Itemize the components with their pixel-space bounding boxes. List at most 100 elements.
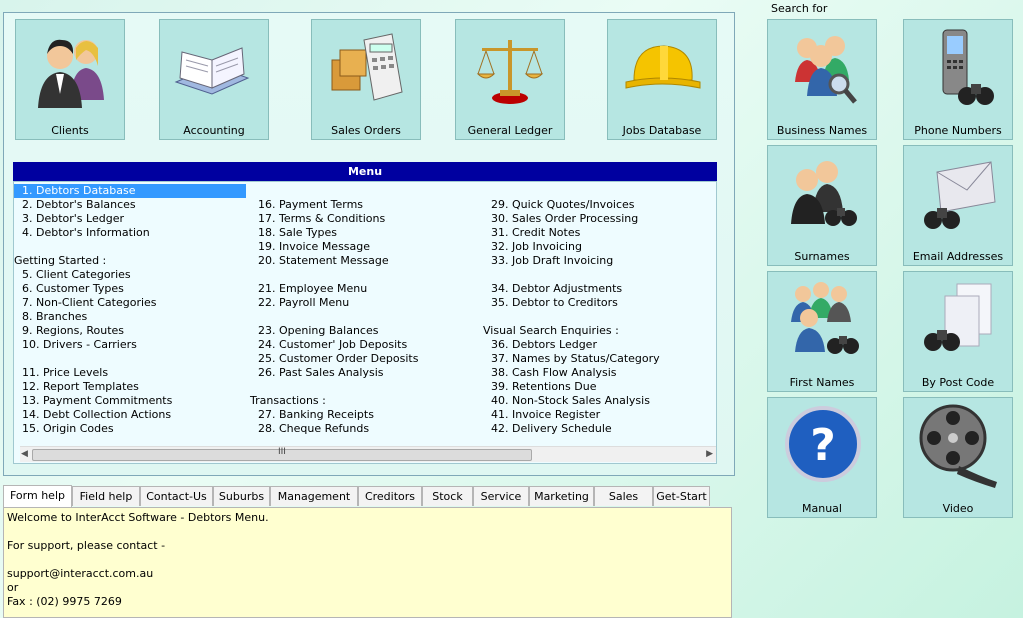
by-post-code-label: By Post Code	[921, 376, 995, 389]
scroll-right-icon[interactable]: ▶	[706, 449, 713, 459]
menu-item[interactable]: 11. Price Levels	[14, 366, 246, 380]
menu-item[interactable]: 5. Client Categories	[14, 268, 246, 282]
sales-orders-label: Sales Orders	[331, 124, 401, 137]
help-text-box[interactable]: Welcome to InterAcct Software - Debtors …	[3, 507, 732, 618]
menu-item[interactable]: 15. Origin Codes	[14, 422, 246, 436]
help-line: For support, please contact -	[7, 539, 166, 552]
jobs-database-tile[interactable]: Jobs Database	[607, 19, 717, 140]
menu-item[interactable]: 27. Banking Receipts	[250, 408, 418, 422]
menu-item[interactable]: 29. Quick Quotes/Invoices	[483, 198, 660, 212]
menu-item[interactable]: 14. Debt Collection Actions	[14, 408, 246, 422]
menu-item[interactable]: 12. Report Templates	[14, 380, 246, 394]
clients-tile[interactable]: Clients	[15, 19, 125, 140]
menu-column-1: 1. Debtors Database 2. Debtor's Balances 3…	[14, 184, 246, 436]
menu-item[interactable]: 18. Sale Types	[250, 226, 418, 240]
menu-header: Menu	[13, 162, 717, 181]
menu-item[interactable]: 9. Regions, Routes	[14, 324, 246, 338]
menu-item[interactable]: 34. Debtor Adjustments	[483, 282, 660, 296]
phone-numbers-label: Phone Numbers	[914, 124, 1002, 137]
menu-item[interactable]: 6. Customer Types	[14, 282, 246, 296]
film-reel-icon	[919, 404, 997, 488]
menu-item[interactable]: 7. Non-Client Categories	[14, 296, 246, 310]
menu-item[interactable]: 40. Non-Stock Sales Analysis	[483, 394, 660, 408]
menu-item[interactable]: 38. Cash Flow Analysis	[483, 366, 660, 380]
menu-list: 1. Debtors Database 2. Debtor's Balances 3…	[13, 181, 717, 464]
menu-item-selected[interactable]: 1. Debtors Database	[14, 184, 246, 198]
video-label: Video	[942, 502, 974, 515]
tab-field-help[interactable]: Field help	[72, 486, 140, 506]
menu-item[interactable]: 30. Sales Order Processing	[483, 212, 660, 226]
menu-spacer	[250, 380, 418, 394]
manual-tile[interactable]: ? Manual	[767, 397, 877, 518]
tab-marketing[interactable]: Marketing	[529, 486, 594, 506]
grip-icon: III	[278, 447, 286, 457]
tab-management[interactable]: Management	[270, 486, 358, 506]
menu-spacer	[14, 352, 246, 366]
menu-item[interactable]: 22. Payroll Menu	[250, 296, 418, 310]
menu-item[interactable]: 13. Payment Commitments	[14, 394, 246, 408]
tab-suburbs[interactable]: Suburbs	[213, 486, 270, 506]
menu-item[interactable]: 36. Debtors Ledger	[483, 338, 660, 352]
menu-item[interactable]: 42. Delivery Schedule	[483, 422, 660, 436]
video-tile[interactable]: Video	[903, 397, 1013, 518]
email-addresses-tile[interactable]: Email Addresses	[903, 145, 1013, 266]
menu-item[interactable]: 35. Debtor to Creditors	[483, 296, 660, 310]
help-fax: Fax : (02) 9975 7269	[7, 595, 122, 608]
general-ledger-label: General Ledger	[467, 124, 553, 137]
tab-get-start[interactable]: Get-Start	[653, 486, 710, 506]
menu-item[interactable]: 8. Branches	[14, 310, 246, 324]
help-line: or	[7, 581, 19, 594]
menu-item[interactable]: 3. Debtor's Ledger	[14, 212, 246, 226]
tab-form-help[interactable]: Form help	[3, 485, 72, 507]
menu-item[interactable]: 17. Terms & Conditions	[250, 212, 418, 226]
menu-item[interactable]: 31. Credit Notes	[483, 226, 660, 240]
menu-section-heading: Transactions :	[250, 394, 326, 407]
tab-service[interactable]: Service	[473, 486, 529, 506]
first-names-tile[interactable]: First Names	[767, 271, 877, 392]
menu-item[interactable]: 26. Past Sales Analysis	[250, 366, 418, 380]
menu-item[interactable]: 21. Employee Menu	[250, 282, 418, 296]
tab-contact-us[interactable]: Contact-Us	[140, 486, 213, 506]
phone-numbers-tile[interactable]: Phone Numbers	[903, 19, 1013, 140]
scroll-left-icon[interactable]: ◀	[21, 449, 28, 459]
menu-item[interactable]: 2. Debtor's Balances	[14, 198, 246, 212]
menu-item[interactable]: 37. Names by Status/Category	[483, 352, 660, 366]
surnames-tile[interactable]: Surnames	[767, 145, 877, 266]
general-ledger-tile[interactable]: General Ledger	[455, 19, 565, 140]
menu-item[interactable]: 28. Cheque Refunds	[250, 422, 418, 436]
menu-item[interactable]: 32. Job Invoicing	[483, 240, 660, 254]
jobs-database-label: Jobs Database	[622, 124, 702, 137]
horizontal-scrollbar[interactable]: ◀ III ▶	[20, 446, 716, 462]
menu-spacer	[483, 184, 660, 198]
accounting-tile[interactable]: Accounting	[159, 19, 269, 140]
menu-item[interactable]: 33. Job Draft Invoicing	[483, 254, 660, 268]
menu-item[interactable]: 41. Invoice Register	[483, 408, 660, 422]
menu-item[interactable]: 4. Debtor's Information	[14, 226, 246, 240]
sales-orders-tile[interactable]: Sales Orders	[311, 19, 421, 140]
menu-item[interactable]: 19. Invoice Message	[250, 240, 418, 254]
manual-label: Manual	[802, 502, 842, 515]
menu-item[interactable]: 24. Customer' Job Deposits	[250, 338, 418, 352]
menu-item[interactable]: 23. Opening Balances	[250, 324, 418, 338]
tab-stock[interactable]: Stock	[422, 486, 473, 506]
surnames-label: Surnames	[794, 250, 850, 263]
menu-spacer	[250, 310, 418, 324]
menu-spacer	[250, 268, 418, 282]
business-names-tile[interactable]: Business Names	[767, 19, 877, 140]
book-icon	[174, 47, 250, 95]
people-icon	[38, 39, 104, 108]
menu-item[interactable]: 25. Customer Order Deposits	[250, 352, 418, 366]
tab-creditors[interactable]: Creditors	[358, 486, 422, 506]
menu-item[interactable]: 20. Statement Message	[250, 254, 418, 268]
menu-item[interactable]: 10. Drivers - Carriers	[14, 338, 246, 352]
help-email: support@interacct.com.au	[7, 567, 154, 580]
svg-text:?: ?	[810, 420, 836, 471]
scroll-thumb[interactable]: III	[32, 447, 532, 461]
menu-item[interactable]: 16. Payment Terms	[250, 198, 418, 212]
hardhat-icon	[625, 45, 701, 89]
help-line: Welcome to InterAcct Software - Debtors …	[7, 511, 269, 524]
by-post-code-tile[interactable]: By Post Code	[903, 271, 1013, 392]
tab-sales[interactable]: Sales	[594, 486, 653, 506]
clients-label: Clients	[51, 124, 89, 137]
menu-item[interactable]: 39. Retentions Due	[483, 380, 660, 394]
